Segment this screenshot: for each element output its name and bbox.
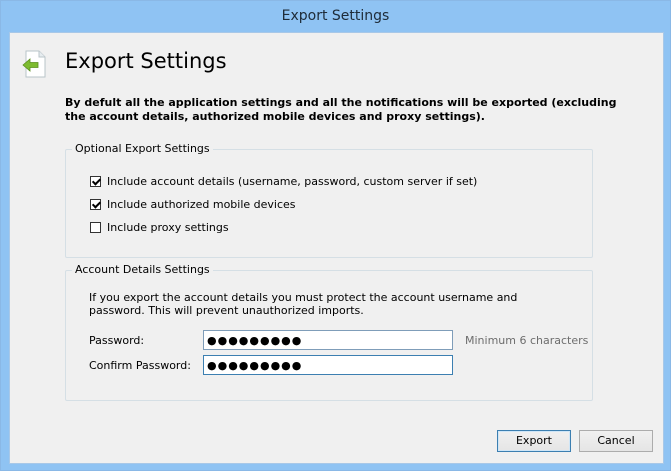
checkbox[interactable] <box>90 222 101 233</box>
window-title: Export Settings <box>281 8 390 24</box>
dialog-body: Export Settings By defult all the applic… <box>9 32 664 464</box>
include-account-details-option[interactable]: Include account details (username, passw… <box>90 174 477 189</box>
checkbox[interactable] <box>90 199 101 210</box>
export-settings-window: Export Settings Export Settings By deful… <box>0 0 671 471</box>
checkbox-label: Include account details (username, passw… <box>107 175 478 188</box>
export-arrow-icon <box>22 50 46 78</box>
confirm-password-label: Confirm Password: <box>89 359 191 372</box>
confirm-password-field[interactable] <box>203 355 453 375</box>
cancel-button[interactable]: Cancel <box>579 430 653 452</box>
description-text: By defult all the application settings a… <box>65 96 617 123</box>
password-label: Password: <box>89 334 145 347</box>
password-hint: Minimum 6 characters <box>465 334 589 347</box>
account-info-text: If you export the account details you mu… <box>89 291 518 317</box>
group-legend: Optional Export Settings <box>72 142 213 155</box>
checkbox-label: Include proxy settings <box>107 221 229 234</box>
checkbox-label: Include authorized mobile devices <box>107 198 296 211</box>
optional-export-settings-group: Optional Export Settings Include account… <box>65 142 593 258</box>
checkbox[interactable] <box>90 176 101 187</box>
export-button[interactable]: Export <box>497 430 571 452</box>
account-details-settings-group: Account Details Settings If you export t… <box>65 263 593 401</box>
group-legend: Account Details Settings <box>72 263 213 276</box>
include-mobile-devices-option[interactable]: Include authorized mobile devices <box>90 197 296 212</box>
page-title: Export Settings <box>65 49 227 73</box>
title-bar[interactable]: Export Settings <box>1 1 670 32</box>
include-proxy-settings-option[interactable]: Include proxy settings <box>90 220 229 235</box>
password-field[interactable] <box>203 330 453 350</box>
